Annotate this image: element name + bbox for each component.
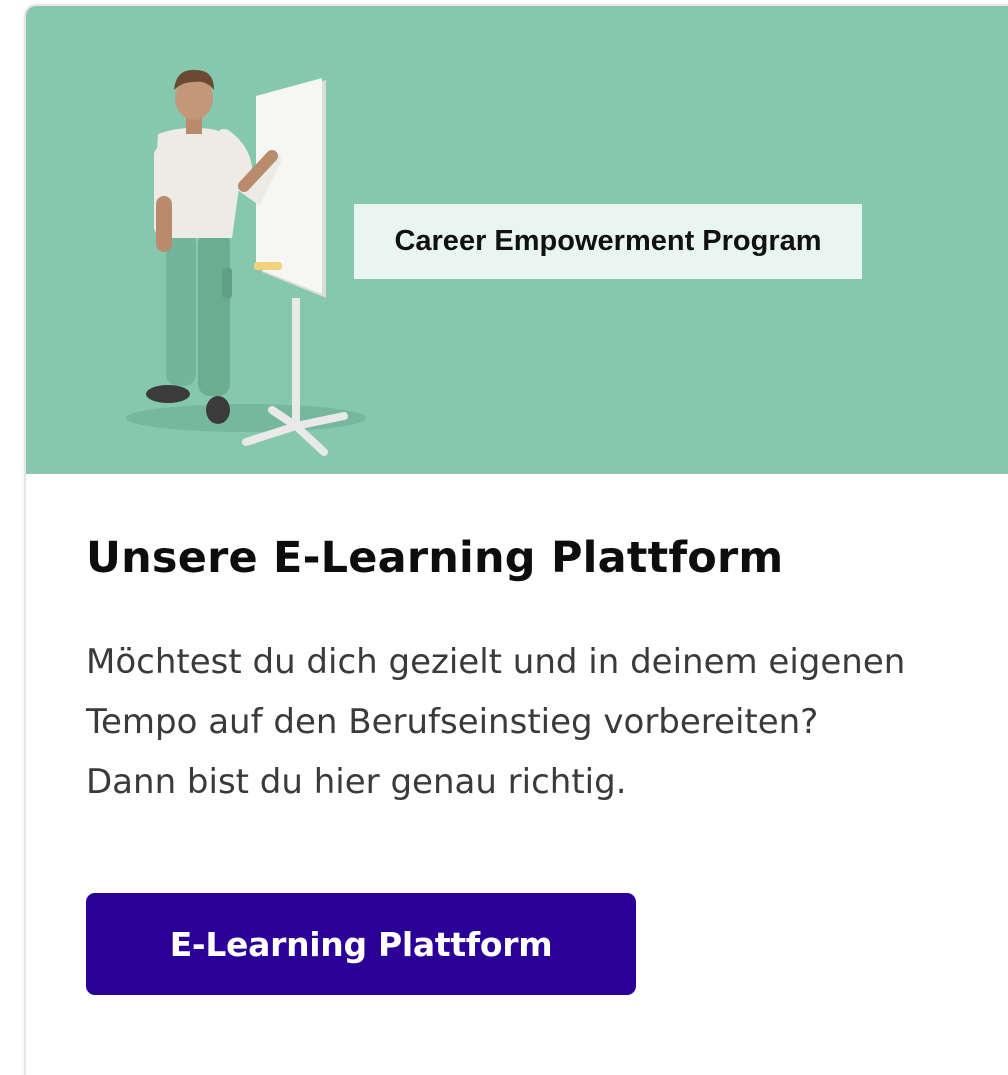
- card-title: Unsere E-Learning Plattform: [86, 533, 784, 583]
- hero-banner: Career Empowerment Program: [26, 6, 1008, 474]
- hero-label: Career Empowerment Program: [354, 204, 862, 279]
- platform-card: Career Empowerment Program Unsere E-Lear…: [26, 6, 1008, 1075]
- e-learning-platform-button[interactable]: E-Learning Plattform: [86, 893, 636, 995]
- card-description: Möchtest du dich gezielt und in deinem e…: [86, 642, 906, 802]
